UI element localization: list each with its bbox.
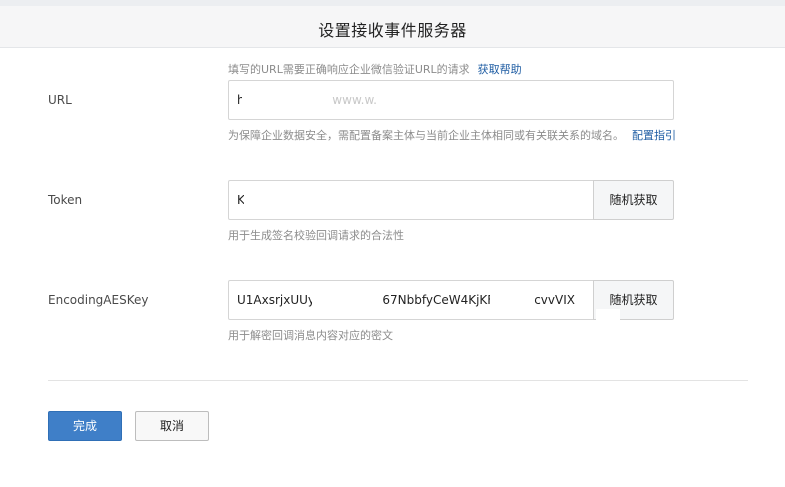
aes-key-input[interactable]: U1AxsrjxUUyT 67NbbfyCeW4KjKF cvvVIX [228,280,594,320]
token-label: Token [48,193,83,207]
confirm-button[interactable]: 完成 [48,411,122,441]
form-divider [48,380,748,381]
aes-key-value: U1AxsrjxUUyT [237,293,323,307]
aes-key-value-tail: cvvVIX [534,293,575,307]
aes-key-hint: 用于解密回调消息内容对应的密文 [228,329,393,342]
cancel-button[interactable]: 取消 [135,411,209,441]
get-help-link[interactable]: 获取帮助 [478,63,522,76]
url-hint-text: 填写的URL需要正确响应企业微信验证URL的请求 [228,63,470,76]
aes-key-value-mid: 67NbbfyCeW4KjKF [382,293,495,307]
token-hint: 用于生成签名校验回调请求的合法性 [228,229,404,242]
redaction-mask [244,190,314,210]
redaction-mask [490,290,512,310]
url-label: URL [48,93,72,107]
redaction-mask [312,290,332,310]
url-hint-bottom: 为保障企业数据安全，需配置备案主体与当前企业主体相同或有关联关系的域名。 配置指引 [228,127,676,143]
dialog-title: 设置接收事件服务器 [318,21,467,40]
redaction-mask [352,290,372,310]
header-strip [0,0,785,6]
redaction-mask [242,90,332,110]
config-guide-link[interactable]: 配置指引 [632,129,676,142]
dialog-header: 设置接收事件服务器 [0,0,785,48]
url-hint-top: 填写的URL需要正确响应企业微信验证URL的请求 获取帮助 [228,61,522,77]
aes-key-label: EncodingAESKey [48,293,149,307]
url-domain-hint-text: 为保障企业数据安全，需配置备案主体与当前企业主体相同或有关联关系的域名。 [228,129,624,142]
token-random-button[interactable]: 随机获取 [593,180,674,220]
redaction-mask [596,309,620,321]
